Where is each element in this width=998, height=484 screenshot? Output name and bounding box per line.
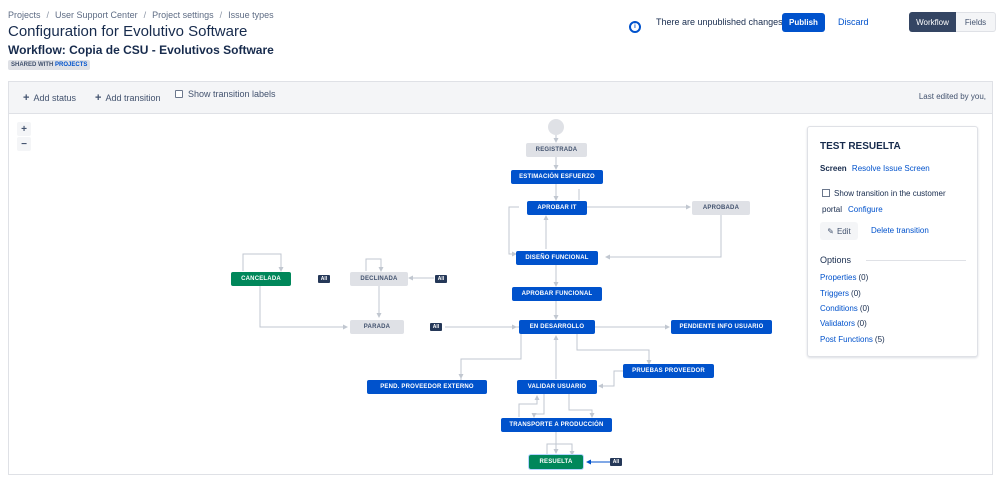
all-transition-badge-selected[interactable]: All [610,458,622,466]
status-cancelada[interactable]: CANCELADA [231,272,291,286]
transition-line [365,258,384,272]
workflow-canvas[interactable]: + − REGISTRADA ESTIMACIÓN ESFUERZO APROB… [8,113,993,475]
breadcrumb-separator: / [46,10,50,20]
transition-line [508,206,519,257]
transition-line [576,334,652,365]
all-transition-badge[interactable]: All [435,275,447,283]
breadcrumb-project-settings[interactable]: Project settings [152,10,214,20]
status-pendiente-info-usuario[interactable]: PENDIENTE INFO USUARIO [671,320,772,334]
panel-title: TEST RESUELTA [820,141,901,152]
discard-link[interactable]: Discard [838,17,869,27]
status-en-desarrollo[interactable]: EN DESARROLLO [519,320,595,334]
breadcrumb-projects[interactable]: Projects [8,10,41,20]
option-name[interactable]: Post Functions [820,335,873,344]
option-count: (5) [874,335,885,344]
page-title: Configuration for Evolutivo Software [8,23,248,40]
plus-icon: + [95,92,102,104]
option-triggers[interactable]: Triggers (0) [820,289,861,298]
breadcrumb: Projects / User Support Center / Project… [8,10,274,20]
info-icon: i [629,21,641,33]
transition-line [546,443,575,456]
unpublished-changes-text: There are unpublished changes. [656,17,786,27]
publish-button[interactable]: Publish [782,13,825,32]
breadcrumb-separator: / [143,10,147,20]
option-name[interactable]: Validators [820,319,855,328]
status-pruebas-proveedor[interactable]: PRUEBAS PROVEEDOR [623,364,714,378]
show-transition-labels-toggle[interactable]: Show transition labels [175,89,276,99]
option-post-functions[interactable]: Post Functions (5) [820,335,885,344]
status-resuelta[interactable]: RESUELTA [529,455,583,469]
edit-label: Edit [836,226,851,236]
status-aprobar-it[interactable]: APROBAR IT [527,201,587,215]
add-transition-label: Add transition [105,93,161,103]
option-name[interactable]: Properties [820,273,856,282]
add-transition-button[interactable]: + Add transition [95,92,160,104]
status-aprobar-funcional[interactable]: APROBAR FUNCIONAL [512,287,602,301]
shared-projects-link[interactable]: PROJECTS [55,62,87,68]
transition-line [458,334,522,379]
status-diseno-funcional[interactable]: DISEÑO FUNCIONAL [516,251,598,265]
shared-badge: SHARED WITH PROJECTS [8,60,91,70]
option-conditions[interactable]: Conditions (0) [820,304,870,313]
screen-label: Screen [820,164,847,173]
transition-properties-panel: TEST RESUELTA Screen Resolve Issue Scree… [807,126,978,357]
status-transporte-a-produccion[interactable]: TRANSPORTE A PRODUCCIÓN [501,418,612,432]
breadcrumb-issue-types[interactable]: Issue types [228,10,274,20]
workflow-title: Workflow: Copia de CSU - Evolutivos Soft… [8,43,274,57]
portal-option: Show transition in the customer portal Co… [822,186,972,218]
pencil-icon: ✎ [827,226,834,236]
workflow-view-toggle[interactable]: Workflow [909,12,956,32]
plus-icon: + [23,92,30,104]
option-validators[interactable]: Validators (0) [820,319,867,328]
option-name[interactable]: Triggers [820,289,849,298]
add-status-button[interactable]: + Add status [23,92,76,104]
option-count: (0) [858,273,869,282]
breadcrumb-user-support-center[interactable]: User Support Center [55,10,138,20]
last-edited-text: Last edited by you, [918,92,986,101]
fields-view-toggle[interactable]: Fields [956,12,996,32]
transition-line [242,253,284,272]
option-count: (0) [859,304,870,313]
start-node[interactable] [548,119,564,135]
status-pend-proveedor-externo[interactable]: PEND. PROVEEDOR EXTERNO [367,380,487,394]
all-transition-badge[interactable]: All [318,275,330,283]
transition-line [531,394,545,418]
configure-link[interactable]: Configure [848,205,883,214]
options-heading: Options [820,255,852,265]
edit-button[interactable]: ✎ Edit [820,222,858,240]
status-declinada[interactable]: DECLINADA [350,272,408,286]
options-divider [866,260,966,261]
portal-text: Show transition in the customer portal [822,189,946,214]
shared-badge-prefix: SHARED WITH [11,62,54,68]
panel-screen-row: Screen Resolve Issue Screen [820,164,930,173]
option-properties[interactable]: Properties (0) [820,273,868,282]
transition-line [259,285,348,330]
show-in-portal-checkbox[interactable] [822,189,830,197]
status-aprobada[interactable]: APROBADA [692,201,750,215]
add-status-label: Add status [33,93,76,103]
show-labels-label: Show transition labels [188,89,276,99]
all-transition-badge[interactable]: All [430,323,442,331]
option-count: (0) [851,289,861,298]
delete-transition-link[interactable]: Delete transition [871,226,929,235]
breadcrumb-separator: / [219,10,223,20]
screen-link[interactable]: Resolve Issue Screen [852,164,930,173]
show-labels-checkbox[interactable] [175,90,183,98]
status-parada[interactable]: PARADA [350,320,404,334]
status-registrada[interactable]: REGISTRADA [526,143,587,157]
option-count: (0) [856,319,867,328]
option-name[interactable]: Conditions [820,304,858,313]
status-validar-usuario[interactable]: VALIDAR USUARIO [517,380,597,394]
workflow-toolbar: + Add status + Add transition Show trans… [8,81,993,113]
transition-line [605,215,722,260]
transition-line [598,370,623,389]
transition-line [568,394,595,418]
status-estimacion-esfuerzo[interactable]: ESTIMACIÓN ESFUERZO [511,170,603,184]
